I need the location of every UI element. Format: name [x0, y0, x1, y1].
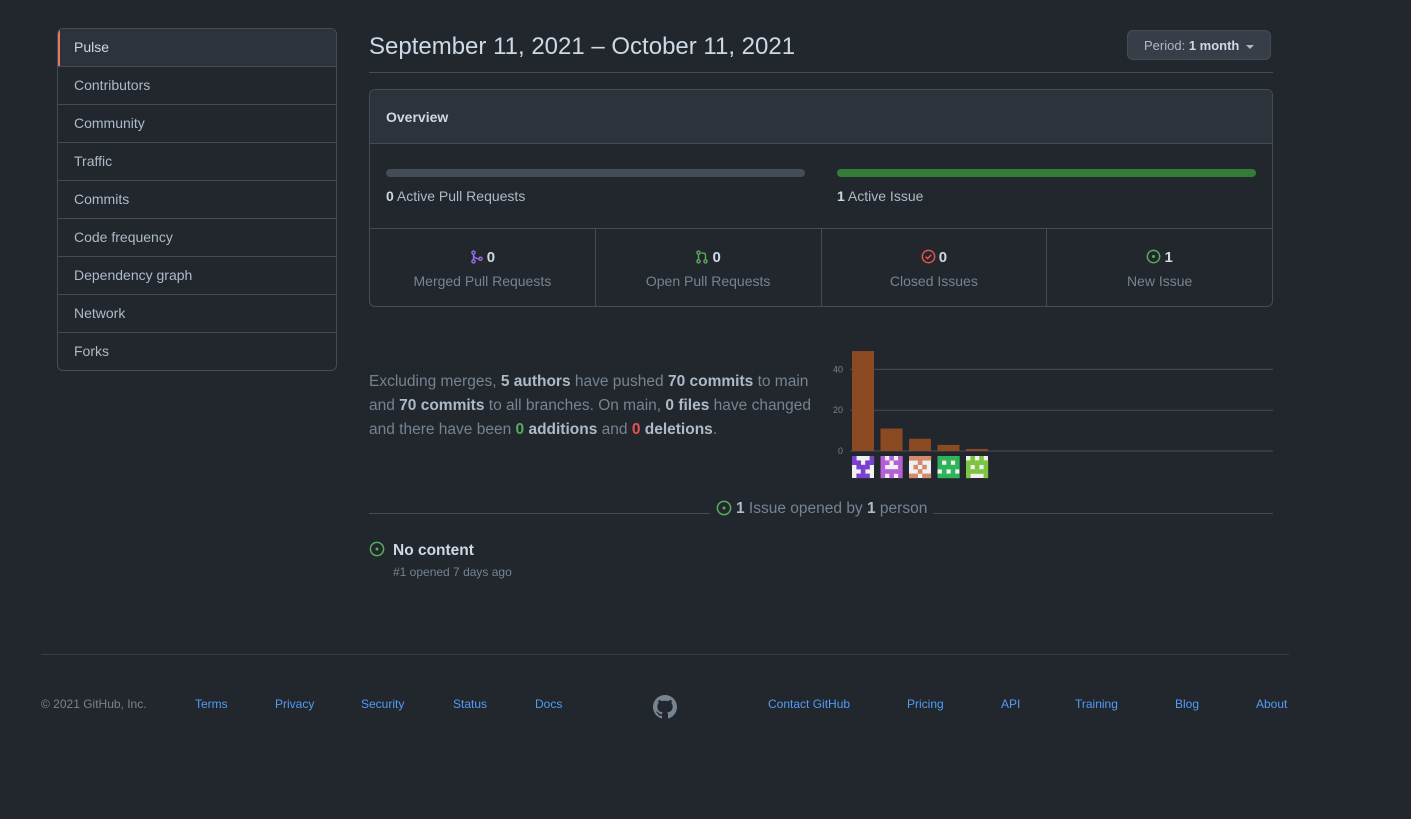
active-issue-label: Active Issue [847, 188, 924, 204]
footer-link-status[interactable]: Status [453, 697, 487, 711]
merged-pull-requests-stat[interactable]: 0 Merged Pull Requests [370, 229, 595, 306]
active-pr-label: Active Pull Requests [396, 188, 526, 204]
open-pr-icon [696, 250, 709, 264]
sidebar-item-code-frequency[interactable]: Code frequency [58, 218, 336, 256]
active-pr-count: 0 [386, 188, 394, 204]
additions-word: additions [524, 421, 598, 438]
new-issues-count: 1 [1164, 249, 1173, 266]
footer-link-about[interactable]: About [1256, 697, 1287, 711]
authors-count: 5 authors [500, 373, 571, 390]
issue-meta: #1 opened 7 days ago [393, 565, 512, 579]
issues-bar [837, 169, 1256, 177]
footer-link-privacy[interactable]: Privacy [275, 697, 314, 711]
sidebar-item-pulse[interactable]: Pulse [58, 29, 336, 66]
issue-title-link[interactable]: No content [393, 542, 474, 559]
sidebar-item-dependency-graph[interactable]: Dependency graph [58, 256, 336, 294]
merged-pr-label: Merged Pull Requests [413, 273, 552, 289]
footer-link-training[interactable]: Training [1075, 697, 1118, 711]
active-pull-requests-link[interactable]: 0 Active Pull Requests [386, 188, 525, 204]
deletions-word: deletions [640, 421, 713, 438]
commit-bar[interactable] [880, 428, 903, 451]
y-tick-label: 40 [833, 364, 843, 374]
sidebar-item-contributors[interactable]: Contributors [58, 66, 336, 104]
issues-opened-count: 1 [736, 500, 745, 517]
overview-stats: 0 Merged Pull Requests 0 Open Pull Reque… [370, 229, 1272, 306]
open-pr-label: Open Pull Requests [645, 273, 771, 289]
footer-link-blog[interactable]: Blog [1175, 697, 1199, 711]
new-issues-label: New Issue [1126, 273, 1193, 289]
period-prefix: Period: [1143, 38, 1186, 53]
issue-opened-icon [369, 541, 385, 557]
y-tick-label: 20 [833, 405, 843, 415]
footer-link-security[interactable]: Security [361, 697, 404, 711]
footer-divider [41, 654, 1289, 655]
footer-link-pricing[interactable]: Pricing [907, 697, 944, 711]
closed-issue-icon [921, 249, 936, 264]
summary-text: Excluding merges, [369, 373, 501, 390]
insights-sidebar: Pulse Contributors Community Traffic Com… [57, 28, 337, 371]
closed-issues-label: Closed Issues [889, 273, 978, 289]
commit-bar[interactable] [937, 444, 960, 451]
footer-link-contact-github[interactable]: Contact GitHub [768, 697, 850, 711]
summary-text: to all branches. On main, [484, 397, 666, 414]
footer-link-docs[interactable]: Docs [535, 697, 562, 711]
additions-count: 0 [515, 421, 525, 438]
active-issues-link[interactable]: 1 Active Issue [837, 188, 923, 204]
contributor-avatar[interactable] [880, 456, 903, 479]
commit-bar[interactable] [852, 351, 874, 451]
merged-pr-icon [470, 250, 483, 264]
period-value: 1 month [1188, 38, 1240, 53]
sidebar-item-network[interactable]: Network [58, 294, 336, 332]
copyright: © 2021 GitHub, Inc. [41, 697, 147, 711]
active-issue-count: 1 [837, 188, 845, 204]
contributor-avatar[interactable] [909, 456, 932, 479]
contributors-commit-chart: 0 20 40 [833, 351, 1273, 479]
issues-summary-text: person [875, 500, 928, 517]
github-logo-icon[interactable] [653, 695, 677, 719]
new-issues-stat[interactable]: 1 New Issue [1046, 229, 1272, 306]
open-pr-count: 0 [712, 249, 721, 266]
issues-bar-fill [837, 169, 1256, 177]
closed-issues-stat[interactable]: 0 Closed Issues [820, 229, 1047, 306]
commit-bar[interactable] [966, 448, 988, 451]
contributor-avatar[interactable] [937, 456, 960, 479]
closed-issues-count: 0 [938, 249, 948, 266]
issues-summary-text: Issue opened by [744, 500, 867, 517]
issue-authors-count: 1 [867, 500, 876, 517]
new-issue-icon [1147, 249, 1161, 264]
overview-bars: 0 Active Pull Requests 1 Active Issue [370, 144, 1272, 229]
pull-requests-bar [386, 169, 805, 177]
page-title: September 11, 2021 – October 11, 2021 [369, 33, 796, 60]
y-tick-label: 0 [838, 446, 843, 456]
summary-text: have pushed [570, 373, 668, 390]
commit-bar[interactable] [909, 438, 931, 451]
issues-summary: 1 Issue opened by 1 person [710, 500, 934, 518]
caret-down-icon [1246, 44, 1254, 49]
issue-opened-icon [716, 500, 732, 516]
footer-link-terms[interactable]: Terms [195, 697, 228, 711]
commits-main-count: 70 commits [667, 373, 754, 390]
contributor-avatar[interactable] [966, 456, 989, 479]
open-pull-requests-stat[interactable]: 0 Open Pull Requests [594, 229, 821, 306]
commits-all-count: 70 commits [399, 397, 485, 414]
sidebar-item-commits[interactable]: Commits [58, 180, 336, 218]
commit-summary: Excluding merges, 5 authors have pushed … [369, 370, 819, 442]
header-divider [369, 72, 1273, 73]
contributor-avatar[interactable] [852, 456, 875, 479]
merged-pr-count: 0 [486, 249, 496, 266]
sidebar-item-community[interactable]: Community [58, 104, 336, 142]
overview-panel: Overview 0 Active Pull Requests 1 Active… [369, 89, 1273, 307]
issue-list-item: No content #1 opened 7 days ago [369, 541, 512, 579]
sidebar-item-traffic[interactable]: Traffic [58, 142, 336, 180]
overview-title: Overview [370, 90, 1272, 144]
footer-link-api[interactable]: API [1001, 697, 1020, 711]
files-changed-count: 0 files [665, 397, 710, 414]
summary-text: and [597, 421, 632, 438]
summary-text: . [712, 421, 718, 438]
sidebar-item-forks[interactable]: Forks [58, 332, 336, 370]
period-dropdown-button[interactable]: Period: 1 month [1127, 30, 1271, 60]
